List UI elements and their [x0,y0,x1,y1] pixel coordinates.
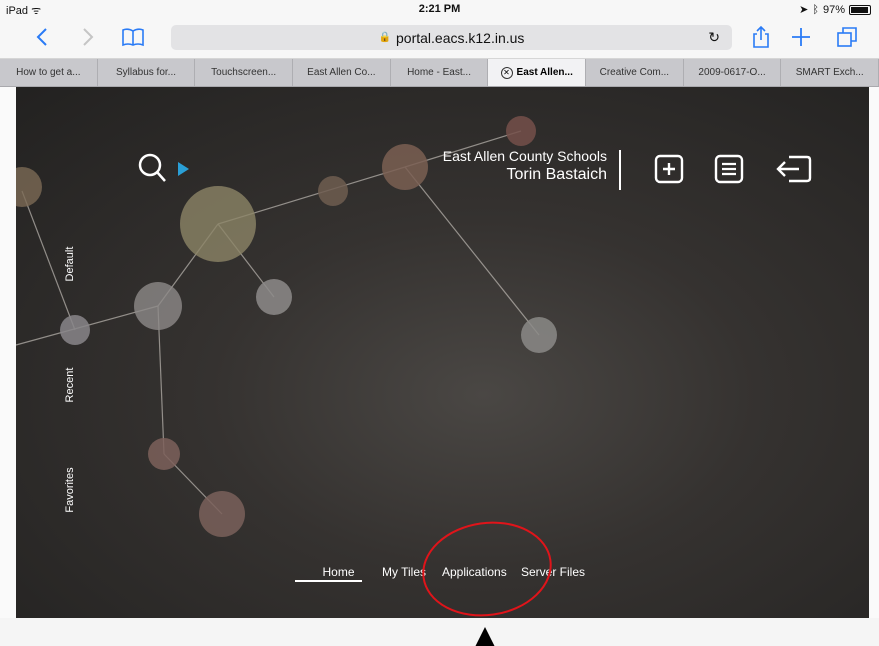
new-tab-button[interactable] [786,22,816,52]
tabs-icon [837,27,857,47]
battery-percent: 97% [822,3,845,16]
lock-icon: 🔒 [378,32,392,43]
tab-1[interactable]: Syllabus for... [98,59,196,86]
location-icon: ➤ [799,4,809,16]
url-text: portal.eacs.k12.in.us [396,29,525,46]
plus-icon [792,28,810,46]
tab-2[interactable]: Touchscreen... [195,59,294,86]
forward-button[interactable] [73,22,103,52]
book-icon [122,28,144,47]
status-right: ➤ ᛒ 97% [799,3,871,16]
address-bar[interactable]: 🔒 portal.eacs.k12.in.us ↻ [171,25,732,50]
pointer-arrow-icon [475,627,495,646]
tab-4[interactable]: Home - East... [391,59,489,86]
tabs-overview-button[interactable] [832,22,862,52]
tab-8[interactable]: SMART Exch... [781,59,879,86]
tab-6[interactable]: Creative Com... [586,59,684,86]
tab-7[interactable]: 2009-0617-O... [684,59,782,86]
annotation-overlay [422,521,552,646]
clock: 2:21 PM [418,3,461,15]
share-icon [753,25,769,48]
tab-0[interactable]: How to get a... [0,59,98,86]
portal-page: East Allen County Schools Torin Bastaich… [0,87,879,646]
chevron-right-icon [83,28,94,46]
highlight-ellipse [422,521,552,617]
chevron-left-icon [36,28,47,46]
tab-3[interactable]: East Allen Co... [293,59,391,86]
reload-icon[interactable]: ↻ [708,29,720,46]
status-bar: iPad ᯤ 2:21 PM ➤ ᛒ 97% [0,0,879,18]
bluetooth-icon: ᛒ [812,3,819,16]
back-button[interactable] [27,22,57,52]
tab-5-active[interactable]: ✕ East Allen... [488,59,587,86]
close-tab-icon[interactable]: ✕ [500,66,513,79]
share-button[interactable] [746,22,776,52]
browser-toolbar: 🔒 portal.eacs.k12.in.us ↻ [0,18,879,59]
tab-bar: How to get a... Syllabus for... Touchscr… [0,59,879,87]
bookmarks-button[interactable] [118,22,148,52]
battery-icon [849,4,871,15]
